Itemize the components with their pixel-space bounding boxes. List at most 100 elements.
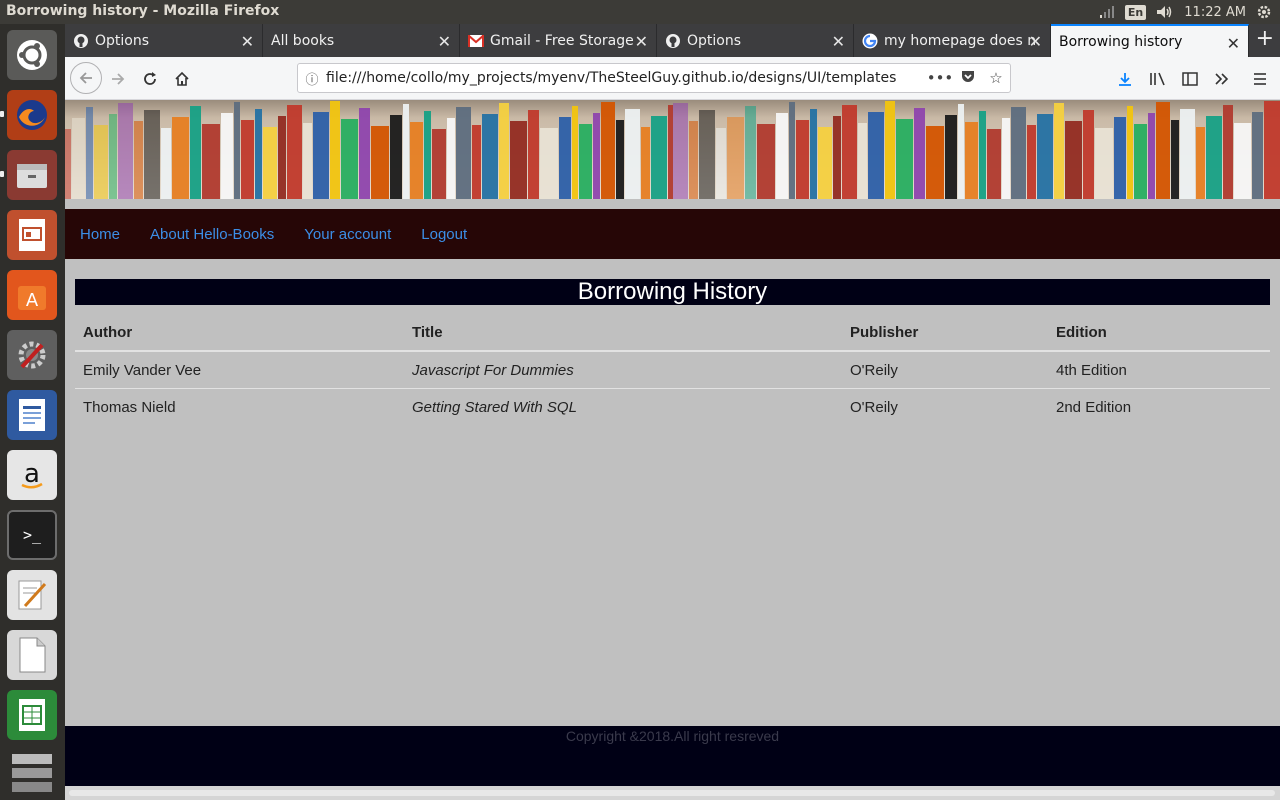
- book-spine: [1195, 127, 1205, 199]
- book-spine: [715, 128, 726, 199]
- book-spine: [390, 115, 402, 199]
- amazon-icon[interactable]: a: [7, 450, 57, 500]
- clock[interactable]: 11:22 AM: [1184, 5, 1246, 20]
- system-settings-icon[interactable]: [7, 330, 57, 380]
- calc-icon[interactable]: [7, 690, 57, 740]
- book-spine: [1001, 118, 1010, 199]
- site-info-icon[interactable]: ⓘ: [298, 69, 326, 88]
- writer-icon[interactable]: [7, 390, 57, 440]
- tab-gmail[interactable]: Gmail - Free Storage ✕: [460, 24, 657, 57]
- workspace-switcher-icon[interactable]: [7, 748, 57, 800]
- software-center-icon[interactable]: A: [7, 270, 57, 320]
- book-spine: [499, 103, 509, 199]
- library-icon[interactable]: [1143, 64, 1173, 94]
- title-cell: Javascript For Dummies: [404, 351, 842, 389]
- nav-link-about[interactable]: About Hello-Books: [150, 226, 274, 243]
- close-tab-icon[interactable]: ✕: [1029, 32, 1042, 51]
- book-spine: [986, 129, 1001, 199]
- book-spine: [895, 119, 913, 199]
- tab-all-books[interactable]: All books ✕: [263, 24, 460, 57]
- book-spine: [726, 117, 744, 199]
- book-spine: [857, 123, 867, 199]
- keyboard-layout-indicator[interactable]: En: [1124, 4, 1147, 20]
- book-spine: [944, 115, 957, 199]
- book-spine: [190, 106, 201, 199]
- github-icon: [665, 33, 681, 49]
- bookmark-star-icon[interactable]: ☆: [982, 69, 1010, 87]
- ubuntu-dash-icon[interactable]: [7, 30, 57, 80]
- site-footer: Copyright &2018.All right resreved: [65, 726, 1280, 786]
- author-cell: Thomas Nield: [83, 399, 176, 416]
- new-tab-button[interactable]: +: [1256, 28, 1274, 50]
- github-icon: [73, 33, 89, 49]
- book-spine: [313, 112, 329, 199]
- book-spine: [1251, 112, 1263, 199]
- network-icon[interactable]: [1099, 5, 1115, 19]
- volume-icon[interactable]: [1156, 5, 1174, 19]
- book-spine: [672, 103, 688, 199]
- forward-button[interactable]: [103, 64, 133, 94]
- close-tab-icon[interactable]: ✕: [832, 32, 845, 51]
- column-header-publisher: Publisher: [842, 314, 1048, 352]
- book-spine: [109, 114, 117, 199]
- column-header-edition: Edition: [1048, 314, 1270, 352]
- book-spine: [957, 104, 964, 199]
- book-spine: [510, 121, 527, 199]
- nav-link-logout[interactable]: Logout: [421, 226, 467, 243]
- tab-google[interactable]: my homepage does n ✕: [854, 24, 1051, 57]
- home-button[interactable]: [167, 64, 197, 94]
- tab-options-1[interactable]: Options ✕: [65, 24, 263, 57]
- back-button[interactable]: [70, 62, 102, 94]
- borrowing-history-table: Author Title Publisher Edition Emily Van…: [75, 314, 1270, 425]
- scrollbar-thumb[interactable]: [69, 790, 1275, 796]
- presentation-icon[interactable]: [7, 210, 57, 260]
- tab-borrowing-history[interactable]: Borrowing history ✕: [1051, 24, 1249, 57]
- gear-icon[interactable]: [1256, 4, 1272, 20]
- hamburger-menu-icon[interactable]: [1245, 64, 1275, 94]
- navigation-toolbar: ⓘ file:///home/collo/my_projects/myenv/T…: [65, 57, 1280, 100]
- book-spine: [86, 107, 93, 199]
- svg-text:a: a: [24, 459, 40, 489]
- pocket-icon[interactable]: [954, 68, 982, 88]
- close-tab-icon[interactable]: ✕: [1227, 34, 1240, 53]
- sidebar-icon[interactable]: [1175, 64, 1205, 94]
- author-cell: Emily Vander Vee: [75, 351, 404, 389]
- book-spine: [1026, 125, 1036, 199]
- book-spine: [925, 126, 944, 199]
- book-spine: [1233, 123, 1251, 199]
- book-spine: [359, 108, 370, 199]
- edition-cell: 2nd Edition: [1056, 399, 1132, 416]
- terminal-icon[interactable]: >_: [7, 510, 57, 560]
- libreoffice-icon[interactable]: [7, 630, 57, 680]
- book-spine: [788, 102, 795, 199]
- close-tab-icon[interactable]: ✕: [438, 32, 451, 51]
- files-icon[interactable]: [7, 150, 57, 200]
- horizontal-scrollbar[interactable]: [65, 786, 1280, 800]
- close-tab-icon[interactable]: ✕: [241, 32, 254, 51]
- nav-link-home[interactable]: Home: [80, 226, 120, 243]
- text-editor-icon[interactable]: [7, 570, 57, 620]
- edition-cell: 4th Edition: [1048, 351, 1270, 389]
- table-row: Thomas Nield Getting Stared With SQL O'R…: [75, 389, 1270, 426]
- overflow-chevron-icon[interactable]: [1207, 64, 1237, 94]
- book-spine: [221, 113, 233, 199]
- book-spine: [756, 124, 775, 199]
- tab-options-2[interactable]: Options ✕: [657, 24, 854, 57]
- table-row: Emily Vander Vee Javascript For Dummies …: [75, 351, 1270, 389]
- url-bar[interactable]: ⓘ file:///home/collo/my_projects/myenv/T…: [297, 63, 1011, 93]
- book-spine: [303, 123, 312, 199]
- site-nav: Home About Hello-Books Your account Logo…: [65, 209, 1280, 259]
- page-actions-icon[interactable]: •••: [926, 69, 954, 87]
- url-text[interactable]: file:///home/collo/my_projects/myenv/The…: [326, 70, 926, 86]
- nav-link-account[interactable]: Your account: [304, 226, 391, 243]
- firefox-icon[interactable]: [7, 90, 57, 140]
- close-tab-icon[interactable]: ✕: [635, 32, 648, 51]
- table-header-row: Author Title Publisher Edition: [75, 314, 1270, 352]
- book-spine: [1179, 109, 1195, 199]
- book-spine: [528, 110, 539, 199]
- running-indicator: [0, 171, 4, 177]
- downloads-icon[interactable]: [1110, 64, 1140, 94]
- book-spine: [1113, 117, 1126, 199]
- reload-button[interactable]: [135, 64, 165, 94]
- book-spine: [263, 127, 277, 199]
